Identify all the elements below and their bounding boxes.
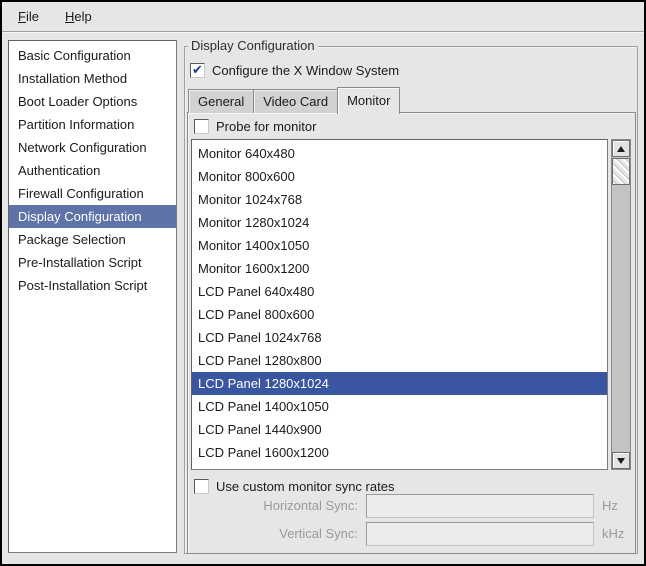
monitor-list-item[interactable]: Monitor 640x480 — [192, 142, 607, 165]
custom-sync-row[interactable]: Use custom monitor sync rates — [194, 479, 394, 494]
notebook-tabs: General Video Card Monitor — [188, 87, 399, 113]
monitor-list-item[interactable]: LCD Panel 1024x768 — [192, 326, 607, 349]
monitor-list-item[interactable]: Monitor 1280x1024 — [192, 211, 607, 234]
scroll-down-button[interactable] — [612, 452, 630, 469]
sidebar-item[interactable]: Display Configuration — [9, 205, 176, 228]
sidebar-item[interactable]: Post-Installation Script — [9, 274, 176, 297]
monitor-list-item[interactable]: LCD Panel 1280x800 — [192, 349, 607, 372]
probe-monitor-label: Probe for monitor — [216, 119, 316, 134]
monitor-list-item[interactable]: LCD Panel 1400x1050 — [192, 395, 607, 418]
monitor-list-scrollbar[interactable] — [611, 139, 631, 470]
horizontal-sync-unit: Hz — [602, 494, 618, 518]
sidebar-item[interactable]: Boot Loader Options — [9, 90, 176, 113]
vertical-sync-label: Vertical Sync: — [228, 522, 358, 546]
tab-general[interactable]: General — [188, 89, 254, 113]
horizontal-sync-input — [366, 494, 594, 518]
scrollbar-thumb[interactable] — [612, 158, 630, 185]
sidebar-item[interactable]: Partition Information — [9, 113, 176, 136]
monitor-list-item[interactable]: LCD Panel 800x600 — [192, 303, 607, 326]
sidebar-item[interactable]: Firewall Configuration — [9, 182, 176, 205]
kickstart-configurator-window: File Help Basic ConfigurationInstallatio… — [0, 0, 646, 566]
frame-title: Display Configuration — [188, 38, 318, 53]
vertical-sync-unit: kHz — [602, 522, 624, 546]
horizontal-sync-label: Horizontal Sync: — [228, 494, 358, 518]
monitor-list-item[interactable]: Monitor 1600x1200 — [192, 257, 607, 280]
custom-sync-label: Use custom monitor sync rates — [216, 479, 394, 494]
probe-monitor-checkbox[interactable] — [194, 119, 209, 134]
monitor-list-item[interactable]: LCD Panel 1280x1024 — [192, 372, 607, 395]
down-arrow-icon — [617, 458, 625, 464]
sidebar-item[interactable]: Installation Method — [9, 67, 176, 90]
configure-x-checkbox[interactable] — [190, 63, 205, 78]
up-arrow-icon — [617, 146, 625, 152]
monitor-tab-page: Probe for monitor Monitor 640x480Monitor… — [187, 112, 636, 554]
monitor-list-item[interactable]: LCD Panel 640x480 — [192, 280, 607, 303]
sidebar-item[interactable]: Authentication — [9, 159, 176, 182]
monitor-list: Monitor 640x480Monitor 800x600Monitor 10… — [191, 139, 608, 470]
tab-monitor[interactable]: Monitor — [337, 87, 400, 114]
monitor-list-area: Monitor 640x480Monitor 800x600Monitor 10… — [191, 139, 631, 470]
vertical-sync-input — [366, 522, 594, 546]
tab-video-card[interactable]: Video Card — [253, 89, 338, 113]
menu-bar: File Help — [2, 2, 644, 32]
configure-x-label: Configure the X Window System — [212, 63, 399, 78]
monitor-list-item[interactable]: Monitor 1024x768 — [192, 188, 607, 211]
probe-monitor-row[interactable]: Probe for monitor — [194, 119, 316, 134]
sidebar-item[interactable]: Pre-Installation Script — [9, 251, 176, 274]
menu-file[interactable]: File — [12, 6, 45, 27]
category-list: Basic ConfigurationInstallation MethodBo… — [8, 40, 177, 553]
monitor-list-item[interactable]: Monitor 800x600 — [192, 165, 607, 188]
monitor-list-item[interactable]: Monitor 1400x1050 — [192, 234, 607, 257]
monitor-list-item[interactable]: LCD Panel 1440x900 — [192, 418, 607, 441]
custom-sync-checkbox[interactable] — [194, 479, 209, 494]
sidebar-item[interactable]: Network Configuration — [9, 136, 176, 159]
sidebar-item[interactable]: Package Selection — [9, 228, 176, 251]
sidebar-item[interactable]: Basic Configuration — [9, 44, 176, 67]
menu-help[interactable]: Help — [59, 6, 98, 27]
monitor-list-item[interactable]: LCD Panel 1600x1200 — [192, 441, 607, 464]
configure-x-row[interactable]: Configure the X Window System — [190, 63, 399, 78]
scroll-up-button[interactable] — [612, 140, 630, 157]
